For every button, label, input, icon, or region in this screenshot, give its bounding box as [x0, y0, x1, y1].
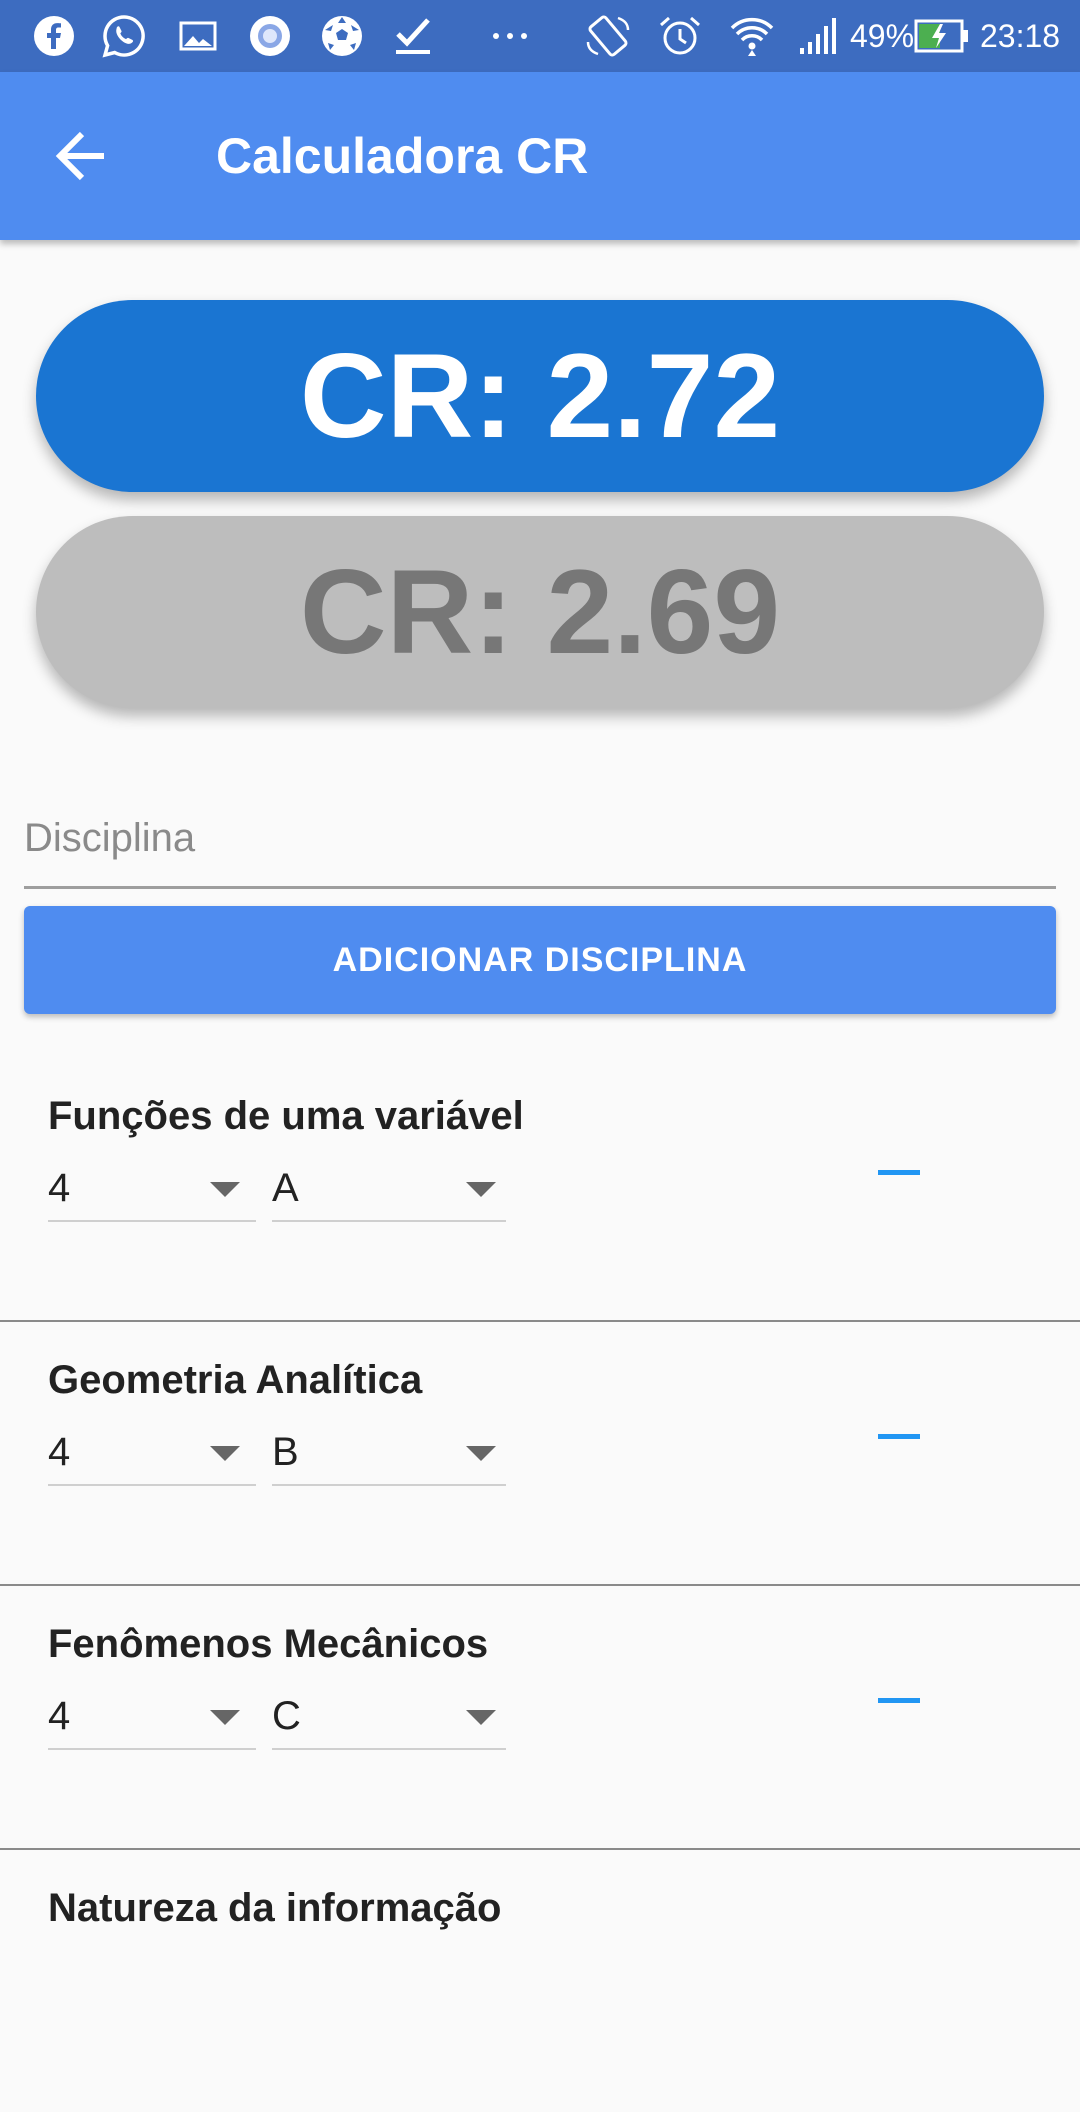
cr-secondary-pill[interactable]: CR: 2.69	[36, 516, 1044, 708]
minus-icon	[878, 1434, 920, 1439]
wifi-icon	[728, 12, 776, 60]
course-row: Funções de uma variável 4 A	[0, 1056, 1080, 1322]
dropdown-arrow-icon	[210, 1182, 240, 1197]
soccer-icon	[318, 12, 366, 60]
dropdown-arrow-icon	[466, 1446, 496, 1461]
app-bar: Calculadora CR	[0, 72, 1080, 240]
grade-value: C	[272, 1694, 301, 1738]
course-row: Fenômenos Mecânicos 4 C	[0, 1584, 1080, 1850]
minus-icon	[878, 1698, 920, 1703]
gallery-icon	[174, 12, 222, 60]
course-row: Natureza da informação	[0, 1848, 1080, 2112]
dropdown-arrow-icon	[466, 1710, 496, 1725]
remove-course-button[interactable]	[860, 1678, 938, 1728]
course-name: Natureza da informação	[48, 1886, 502, 1930]
grade-value: B	[272, 1430, 299, 1474]
clock: 23:18	[980, 18, 1061, 54]
whatsapp-icon	[100, 12, 148, 60]
battery-percent: 49%	[850, 18, 915, 54]
cr-primary-pill[interactable]: CR: 2.72	[36, 300, 1044, 492]
course-name: Geometria Analítica	[48, 1358, 423, 1402]
credits-value: 4	[48, 1430, 71, 1474]
camera-icon	[246, 12, 294, 60]
remove-course-button[interactable]	[860, 1414, 938, 1464]
grade-dropdown[interactable]: B	[272, 1420, 506, 1486]
discipline-input[interactable]	[24, 790, 1056, 889]
page-title: Calculadora CR	[216, 128, 589, 184]
status-bar: 49% 23:18	[0, 0, 1080, 72]
alarm-icon	[656, 12, 704, 60]
more-icon	[486, 12, 534, 60]
add-discipline-button[interactable]: ADICIONAR DISCIPLINA	[24, 906, 1056, 1014]
course-name: Funções de uma variável	[48, 1094, 524, 1138]
credits-dropdown[interactable]: 4	[48, 1684, 256, 1750]
dropdown-arrow-icon	[466, 1182, 496, 1197]
grade-dropdown[interactable]: C	[272, 1684, 506, 1750]
course-name: Fenômenos Mecânicos	[48, 1622, 489, 1666]
credits-value: 4	[48, 1694, 71, 1738]
battery-icon	[914, 12, 970, 60]
rotate-icon	[584, 12, 632, 60]
grade-dropdown[interactable]: A	[272, 1156, 506, 1222]
credits-dropdown[interactable]: 4	[48, 1420, 256, 1486]
dropdown-arrow-icon	[210, 1446, 240, 1461]
signal-icon	[794, 12, 842, 60]
dropdown-arrow-icon	[210, 1710, 240, 1725]
facebook-icon	[30, 12, 78, 60]
remove-course-button[interactable]	[860, 1150, 938, 1200]
checkmark-icon	[390, 12, 438, 60]
grade-value: A	[272, 1166, 299, 1210]
credits-value: 4	[48, 1166, 71, 1210]
back-arrow-icon[interactable]	[52, 126, 116, 186]
credits-dropdown[interactable]: 4	[48, 1156, 256, 1222]
course-row: Geometria Analítica 4 B	[0, 1320, 1080, 1586]
minus-icon	[878, 1170, 920, 1175]
